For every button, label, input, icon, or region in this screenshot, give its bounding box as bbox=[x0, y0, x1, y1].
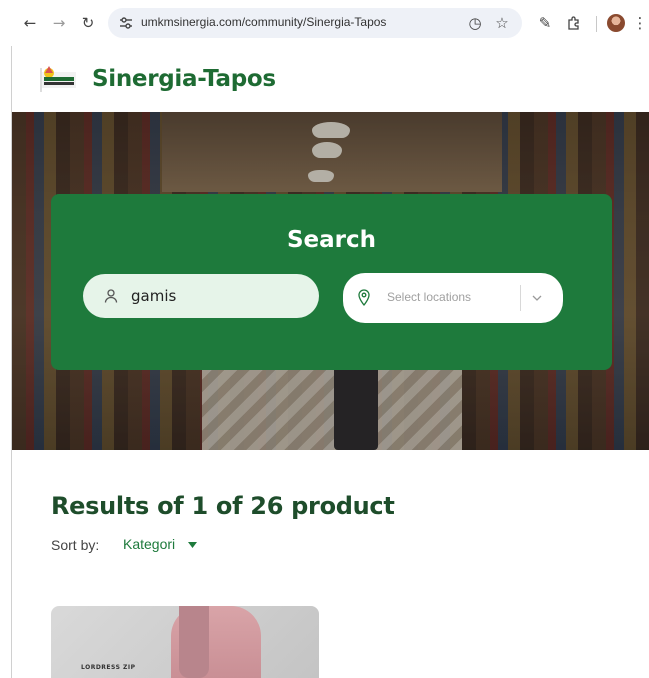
brand-name[interactable]: Sinergia-Tapos bbox=[92, 66, 276, 92]
forward-icon[interactable]: → bbox=[49, 13, 69, 33]
user-icon bbox=[104, 289, 118, 303]
product-image-caption: LORDRESS ZIP bbox=[81, 664, 136, 671]
star-icon[interactable]: ☆ bbox=[493, 14, 511, 32]
browser-toolbar: ← → ↻ umkmsinergia.com/community/Sinergi… bbox=[0, 0, 649, 46]
select-divider bbox=[520, 285, 521, 311]
site-settings-icon[interactable] bbox=[118, 15, 134, 31]
product-card[interactable]: LORDRESS ZIP bbox=[51, 606, 319, 678]
search-title: Search bbox=[286, 227, 377, 253]
toolbar-divider bbox=[596, 16, 597, 32]
menu-icon[interactable]: ⋮ bbox=[633, 13, 648, 33]
results-title: Results of 1 of 26 product bbox=[51, 492, 395, 520]
location-pin-icon bbox=[358, 289, 370, 307]
reload-icon[interactable]: ↻ bbox=[78, 13, 98, 33]
location-select[interactable]: Select locations bbox=[343, 273, 563, 323]
url-text[interactable]: umkmsinergia.com/community/Sinergia-Tapo… bbox=[141, 15, 386, 29]
location-placeholder[interactable]: Select locations bbox=[387, 290, 471, 304]
sort-label: Sort by: bbox=[51, 537, 100, 553]
product-image-detail bbox=[179, 606, 209, 678]
profile-avatar[interactable] bbox=[607, 14, 625, 32]
brand-logo-icon[interactable] bbox=[39, 64, 79, 96]
speed-icon[interactable]: ◷ bbox=[466, 14, 484, 32]
address-bar[interactable]: umkmsinergia.com/community/Sinergia-Tapo… bbox=[108, 8, 522, 38]
search-panel: Search gamis Select locations bbox=[51, 194, 612, 370]
chevron-down-icon[interactable] bbox=[529, 290, 545, 306]
keyword-search-input[interactable]: gamis bbox=[83, 274, 319, 318]
back-icon[interactable]: ← bbox=[20, 13, 40, 33]
extensions-icon[interactable] bbox=[564, 13, 584, 33]
keyword-value[interactable]: gamis bbox=[131, 287, 176, 305]
sort-dropdown[interactable]: Kategori bbox=[123, 536, 175, 552]
pen-icon[interactable]: ✎ bbox=[535, 13, 555, 33]
site-header: Sinergia-Tapos bbox=[12, 46, 649, 112]
caret-down-icon[interactable] bbox=[188, 542, 197, 548]
